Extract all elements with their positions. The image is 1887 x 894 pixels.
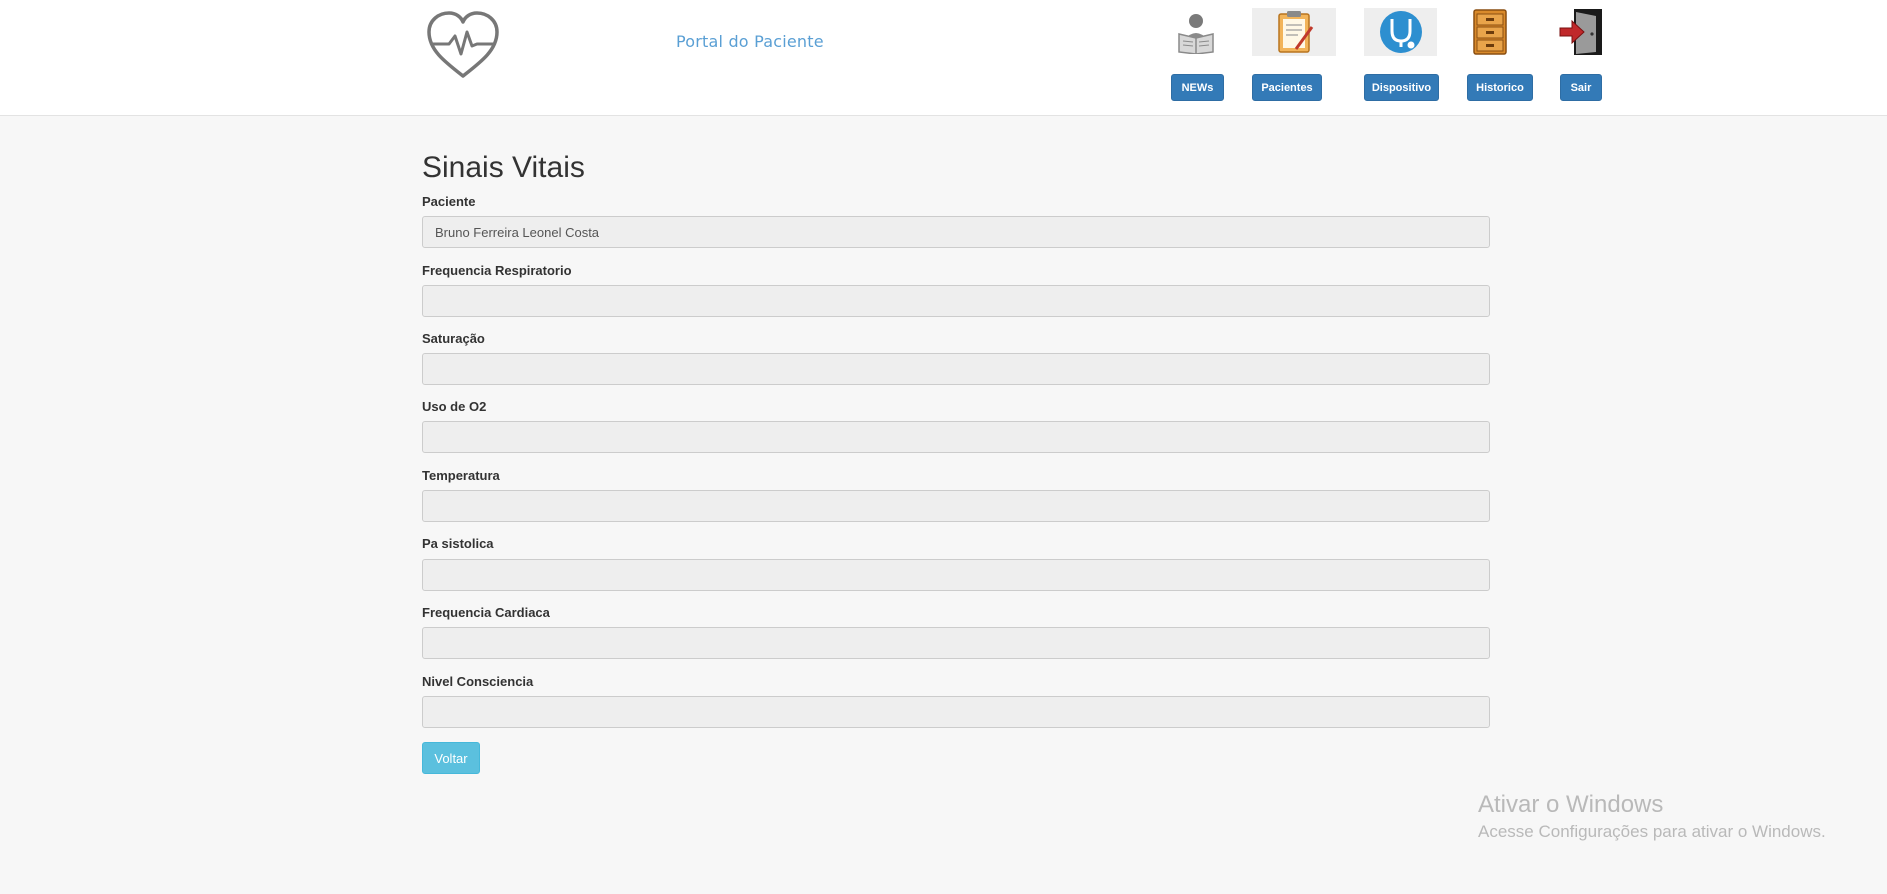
voltar-button[interactable]: Voltar bbox=[422, 742, 480, 774]
newspaper-reader-icon[interactable] bbox=[1172, 8, 1220, 56]
stethoscope-icon[interactable] bbox=[1364, 8, 1437, 56]
field-label-paciente: Paciente bbox=[422, 194, 476, 209]
field-label-frequencia-respiratorio: Frequencia Respiratorio bbox=[422, 263, 572, 278]
uso-de-o2-field[interactable] bbox=[422, 421, 1490, 453]
field-label-saturacao: Saturação bbox=[422, 331, 485, 346]
nav-pacientes-button[interactable]: Pacientes bbox=[1252, 74, 1322, 101]
watermark-subtitle: Acesse Configurações para ativar o Windo… bbox=[1478, 822, 1826, 841]
frequencia-respiratorio-field[interactable] bbox=[422, 285, 1490, 317]
nav-dispositivo-button[interactable]: Dispositivo bbox=[1364, 74, 1439, 101]
portal-title: Portal do Paciente bbox=[676, 32, 824, 51]
page-title: Sinais Vitais bbox=[422, 151, 585, 184]
field-label-nivel-consciencia: Nivel Consciencia bbox=[422, 674, 534, 689]
frequencia-cardiaca-field[interactable] bbox=[422, 627, 1490, 659]
paciente-field[interactable] bbox=[422, 216, 1490, 248]
nav-news-button[interactable]: NEWs bbox=[1171, 74, 1224, 101]
pa-sistolica-field[interactable] bbox=[422, 559, 1490, 591]
field-label-pa-sistolica: Pa sistolica bbox=[422, 536, 494, 551]
top-header: Portal do Paciente NEWs Pacientes Dispos… bbox=[0, 0, 1887, 116]
nivel-consciencia-field[interactable] bbox=[422, 696, 1490, 728]
nav-sair-button[interactable]: Sair bbox=[1560, 74, 1602, 101]
exit-door-icon[interactable] bbox=[1558, 8, 1604, 56]
nav-historico-button[interactable]: Historico bbox=[1467, 74, 1533, 101]
clipboard-icon[interactable] bbox=[1252, 8, 1336, 56]
heart-pulse-icon[interactable] bbox=[425, 10, 501, 82]
field-label-frequencia-cardiaca: Frequencia Cardiaca bbox=[422, 605, 550, 620]
saturacao-field[interactable] bbox=[422, 353, 1490, 385]
field-label-uso-de-o2: Uso de O2 bbox=[422, 399, 487, 414]
field-label-temperatura: Temperatura bbox=[422, 468, 500, 483]
windows-activation-watermark: Ativar o Windows Acesse Configurações pa… bbox=[1478, 790, 1826, 844]
temperatura-field[interactable] bbox=[422, 490, 1490, 522]
watermark-title: Ativar o Windows bbox=[1478, 791, 1664, 818]
file-cabinet-icon[interactable] bbox=[1470, 8, 1510, 56]
